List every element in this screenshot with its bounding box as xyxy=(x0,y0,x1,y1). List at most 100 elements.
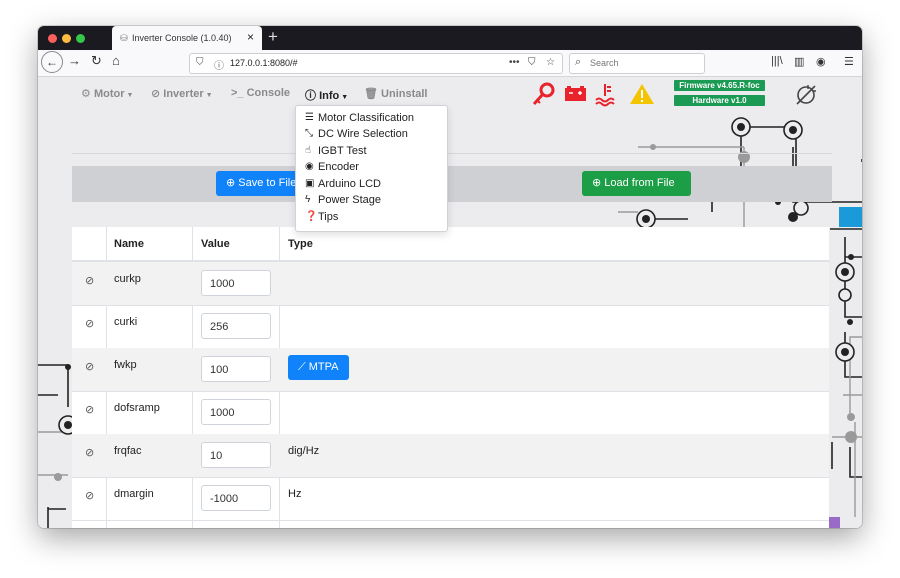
param-value-input[interactable]: 256 xyxy=(201,313,271,339)
app-navbar: ⚙ Motor ▼ ⊘ Inverter ▼ >_ Console ⓘ Info ▼ … xyxy=(38,77,862,111)
menu-item-encoder[interactable]: ◉ Encoder xyxy=(305,161,359,173)
arrows-icon: ⤡ xyxy=(305,128,313,139)
divider xyxy=(72,153,832,154)
ban-icon[interactable]: ⊘ xyxy=(85,274,94,287)
terminal-icon: >_ xyxy=(231,87,244,99)
menu-item-power-stage[interactable]: ϟ Power Stage xyxy=(305,194,381,206)
menu-item-dc-wire-selection[interactable]: ⤡ DC Wire Selection xyxy=(305,128,408,140)
header-value: Value xyxy=(201,238,230,250)
search-icon: ⌕ xyxy=(575,56,582,68)
upload-icon: ⊕ xyxy=(592,177,602,189)
page-favicon-icon: ⛁ xyxy=(120,33,128,43)
browser-tab[interactable]: ⛁ Inverter Console (1.0.40) × xyxy=(112,26,262,50)
tab-bar: ⛁ Inverter Console (1.0.40) × + xyxy=(38,26,862,50)
library-icon[interactable]: |||\ xyxy=(771,55,783,67)
menu-item-arduino-lcd[interactable]: ▣ Arduino LCD xyxy=(305,178,381,190)
ban-icon[interactable]: ⊘ xyxy=(85,317,94,330)
file-toolbar xyxy=(72,166,832,202)
param-name: frqfac xyxy=(114,445,142,457)
nav-uninstall[interactable]: 🗑 Uninstall xyxy=(364,87,427,100)
ban-icon[interactable]: ⊘ xyxy=(85,403,94,416)
url-bar[interactable]: ⛉ ⓘ 127.0.0.1:8080/# ••• ⛉ ☆ xyxy=(189,53,563,74)
table-row: ⊘ dmargin -1000 Hz xyxy=(72,477,829,521)
new-tab-button[interactable]: + xyxy=(268,27,278,47)
param-value-input[interactable]: -1000 xyxy=(201,485,271,511)
zoom-window-button[interactable] xyxy=(76,34,85,43)
param-name: curkp xyxy=(114,273,141,285)
info-circle-icon: ⓘ xyxy=(305,90,316,102)
url-text[interactable]: 127.0.0.1:8080/# xyxy=(230,58,298,68)
nav-console-label: Console xyxy=(246,87,291,99)
table-header: Name Value Type xyxy=(72,227,829,262)
nav-motor-label: Motor xyxy=(93,88,125,100)
forward-button[interactable]: → xyxy=(68,53,81,68)
key-icon[interactable] xyxy=(532,82,555,106)
ban-icon[interactable]: ⊘ xyxy=(85,360,94,373)
mtpa-button-label: MTPA xyxy=(308,361,339,373)
search-placeholder[interactable]: Search xyxy=(590,58,619,68)
hand-icon: ☝ xyxy=(305,145,312,156)
table-row: ⊘ curkp 1000 xyxy=(72,262,829,306)
list-icon: ☰ xyxy=(305,112,314,123)
search-box[interactable]: ⌕ Search xyxy=(569,53,705,74)
minimize-window-button[interactable] xyxy=(62,34,71,43)
magic-wand-icon: ⟋ xyxy=(298,361,306,373)
close-window-button[interactable] xyxy=(48,34,57,43)
warning-icon[interactable] xyxy=(630,84,654,104)
hardware-badge: Hardware v1.0 xyxy=(674,95,765,106)
caret-down-icon: ▼ xyxy=(126,92,134,99)
home-button[interactable]: ⌂ xyxy=(112,53,120,68)
load-from-file-button[interactable]: ⊕ Load from File xyxy=(582,171,691,196)
menu-item-label: Encoder xyxy=(318,161,359,173)
menu-item-igbt-test[interactable]: ☝ IGBT Test xyxy=(305,145,367,157)
site-info-icon[interactable]: ⓘ xyxy=(214,57,224,72)
table-row: ⊘ dofsramp 1000 xyxy=(72,391,829,435)
param-name: fwkp xyxy=(114,359,137,371)
nav-info-label: Info xyxy=(319,90,340,102)
param-value-input[interactable]: 100 xyxy=(201,356,271,382)
sidebar-icon[interactable]: ▥ xyxy=(794,55,804,68)
bookmark-star-icon[interactable]: ☆ xyxy=(546,57,555,68)
menu-item-tips[interactable]: ❓ Tips xyxy=(305,211,339,223)
page-actions-icon[interactable]: ••• xyxy=(509,57,520,68)
param-type: Hz xyxy=(288,488,302,500)
account-icon[interactable]: ◉ xyxy=(816,55,826,68)
gauge-icon: ⊘ xyxy=(151,88,161,100)
menu-item-label: Tips xyxy=(318,211,339,223)
param-value-input[interactable]: 1000 xyxy=(201,270,271,296)
back-button[interactable]: ← xyxy=(41,51,63,73)
close-tab-icon[interactable]: × xyxy=(247,30,254,44)
tab-title: Inverter Console (1.0.40) xyxy=(132,33,232,43)
param-type: dig/Hz xyxy=(288,445,320,457)
mtpa-button[interactable]: ⟋ MTPA xyxy=(288,355,349,380)
menu-item-label: Motor Classification xyxy=(318,112,414,124)
night-mode-icon[interactable] xyxy=(794,83,818,107)
tracking-shield-icon[interactable]: ⛉ xyxy=(196,57,204,68)
battery-icon[interactable] xyxy=(565,86,586,101)
nav-info[interactable]: ⓘ Info ▼ xyxy=(305,87,348,103)
param-value-input[interactable]: 10 xyxy=(201,442,271,468)
bolt-icon: ϟ xyxy=(305,194,311,205)
param-value-input[interactable]: 1000 xyxy=(201,399,271,425)
gauge-icon: ⚙ xyxy=(81,88,91,100)
header-name: Name xyxy=(114,238,144,250)
nav-inverter[interactable]: ⊘ Inverter ▼ xyxy=(151,87,213,100)
ban-icon[interactable]: ⊘ xyxy=(85,446,94,459)
ban-icon[interactable]: ⊘ xyxy=(85,489,94,502)
menu-icon[interactable]: ☰ xyxy=(844,55,854,68)
nav-motor[interactable]: ⚙ Motor ▼ xyxy=(81,87,133,100)
menu-item-label: DC Wire Selection xyxy=(318,128,408,140)
param-name: curki xyxy=(114,316,138,328)
nav-uninstall-label: Uninstall xyxy=(381,88,428,100)
header-type: Type xyxy=(288,238,313,250)
nav-console[interactable]: >_ Console xyxy=(231,87,290,99)
table-row: ⊘ frqfac 10 dig/Hz xyxy=(72,434,829,478)
param-name: dofsramp xyxy=(114,402,160,414)
temperature-icon[interactable] xyxy=(595,84,615,107)
menu-item-motor-classification[interactable]: ☰ Motor Classification xyxy=(305,112,414,124)
table-row: ⊘ curki 256 xyxy=(72,305,829,349)
reload-button[interactable]: ↻ xyxy=(91,53,102,69)
info-dropdown-menu: ☰ Motor Classification ⤡ DC Wire Selection… xyxy=(295,105,448,232)
pocket-icon[interactable]: ⛉ xyxy=(528,57,536,68)
dot-circle-icon: ◉ xyxy=(305,161,314,172)
